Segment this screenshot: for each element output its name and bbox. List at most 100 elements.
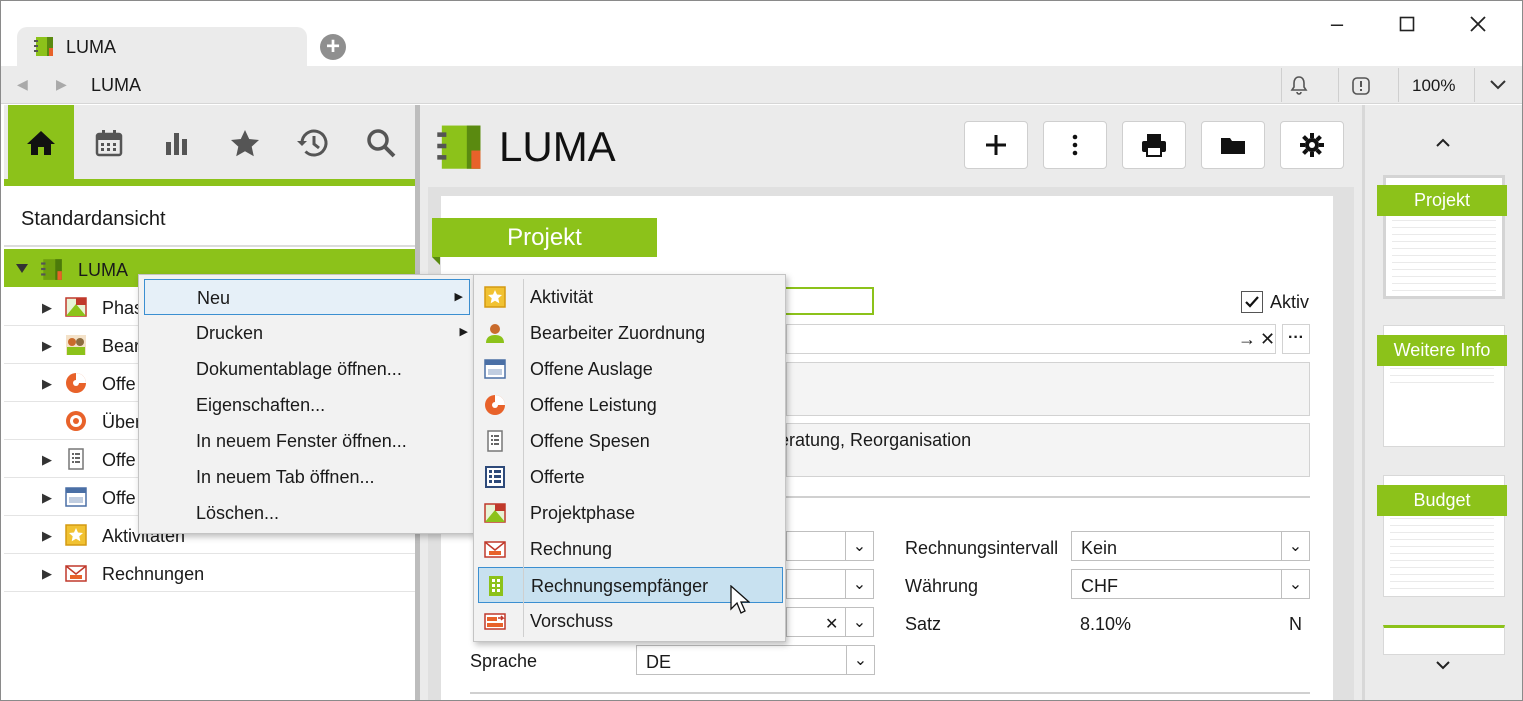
combo-1[interactable]: ⌄ xyxy=(786,531,874,561)
chevron-up-icon[interactable] xyxy=(1435,137,1451,147)
expand-right-icon[interactable]: ▶ xyxy=(42,376,52,392)
minimize-button[interactable]: – xyxy=(1317,9,1357,39)
menu-item-label: Neu xyxy=(197,288,231,308)
aktivitaet-icon xyxy=(65,524,87,546)
chevron-down-icon[interactable]: ⌄ xyxy=(1281,532,1309,560)
description-field[interactable]: eratung, Reorganisation xyxy=(779,423,1310,477)
section-header-fold xyxy=(432,257,440,265)
expand-right-icon[interactable]: ▶ xyxy=(42,490,52,506)
home-icon xyxy=(27,131,55,155)
chevron-down-icon[interactable] xyxy=(1435,661,1451,671)
menu-item-label: Drucken xyxy=(196,323,264,343)
chevron-down-icon[interactable]: ⌄ xyxy=(845,570,873,598)
menu-item-label: In neuem Fenster öffnen... xyxy=(196,431,407,451)
context-menu: Neu ▶ Drucken ▶ Dokumentablage öffnen...… xyxy=(138,274,475,534)
checkmark-icon xyxy=(1245,296,1259,308)
more-button[interactable] xyxy=(1043,121,1107,169)
close-button[interactable] xyxy=(1458,9,1498,39)
folder-button[interactable] xyxy=(1201,121,1265,169)
alert-icon[interactable] xyxy=(1351,76,1371,96)
chevron-down-icon[interactable]: ⌄ xyxy=(1281,570,1309,598)
expand-right-icon[interactable]: ▶ xyxy=(42,338,52,354)
combo-3[interactable]: ✕ ⌄ xyxy=(786,607,874,637)
expand-right-icon[interactable]: ▶ xyxy=(42,300,52,316)
submenu-item-projektphase[interactable]: Projektphase xyxy=(474,495,785,531)
menu-item-drucken[interactable]: Drucken ▶ xyxy=(139,315,474,351)
rechnungsempfaenger-icon xyxy=(489,576,503,596)
vorschuss-icon xyxy=(484,613,506,630)
menu-item-neues-fenster[interactable]: In neuem Fenster öffnen... xyxy=(139,423,474,459)
submenu-item-label: Offene Auslage xyxy=(530,359,653,379)
expand-right-icon[interactable]: ▶ xyxy=(42,452,52,468)
clear-icon[interactable]: ✕ xyxy=(1260,329,1275,350)
description-text: eratung, Reorganisation xyxy=(779,430,972,450)
satz-label: Satz xyxy=(905,614,942,634)
submenu-item-offerte[interactable]: Offerte xyxy=(474,459,785,495)
expand-right-icon[interactable]: ▶ xyxy=(42,528,52,544)
address-bar: ◀ ▶ LUMA 100% xyxy=(1,66,1522,104)
back-arrow-icon[interactable]: ◀ xyxy=(17,76,28,93)
submenu-item-rechnung[interactable]: Rechnung xyxy=(474,531,785,567)
bell-icon[interactable] xyxy=(1289,75,1309,95)
waehrung-select[interactable]: CHF ⌄ xyxy=(1071,569,1310,599)
plus-icon xyxy=(986,135,1006,155)
add-button[interactable] xyxy=(964,121,1028,169)
forward-arrow-icon[interactable]: ▶ xyxy=(56,76,67,93)
submenu-item-offene-spesen[interactable]: Offene Spesen xyxy=(474,423,785,459)
new-tab-button[interactable]: + xyxy=(320,34,346,60)
chevron-down-icon[interactable] xyxy=(1489,77,1507,91)
submenu-item-bearbeiter-zuordnung[interactable]: Bearbeiter Zuordnung xyxy=(474,315,785,351)
preview-card-next[interactable] xyxy=(1383,625,1505,655)
settings-button[interactable] xyxy=(1280,121,1344,169)
text-area-1[interactable] xyxy=(786,362,1310,416)
arrow-right-icon[interactable]: → xyxy=(1238,329,1256,350)
sprache-select[interactable]: DE ⌄ xyxy=(636,645,875,675)
rechnungsintervall-select[interactable]: Kein ⌄ xyxy=(1071,531,1310,561)
menu-item-label: Löschen... xyxy=(196,503,280,523)
offene-auslage-icon xyxy=(65,487,87,507)
combo-2[interactable]: ⌄ xyxy=(786,569,874,599)
address-text[interactable]: LUMA xyxy=(91,75,141,96)
menu-item-eigenschaften[interactable]: Eigenschaften... xyxy=(139,387,474,423)
submenu-item-label: Offene Leistung xyxy=(530,395,657,415)
browser-tab[interactable]: LUMA xyxy=(17,27,307,67)
chevron-right-icon: ▶ xyxy=(454,291,463,303)
tab-statistics[interactable] xyxy=(144,105,210,181)
chevron-down-icon[interactable]: ⌄ xyxy=(845,532,873,560)
chevron-down-icon[interactable]: ⌄ xyxy=(846,646,874,674)
divider xyxy=(4,245,415,247)
tree-root-label: LUMA xyxy=(78,260,129,280)
printer-icon xyxy=(1142,134,1166,157)
zoom-level[interactable]: 100% xyxy=(1412,76,1455,96)
tab-home[interactable] xyxy=(8,105,74,181)
submenu-item-aktivitaet[interactable]: Aktivität xyxy=(474,279,785,315)
menu-item-neu[interactable]: Neu ▶ xyxy=(144,279,470,315)
aktiv-checkbox[interactable] xyxy=(1241,291,1263,313)
maximize-button[interactable] xyxy=(1387,9,1427,39)
print-button[interactable] xyxy=(1122,121,1186,169)
more-horizontal-icon[interactable]: ··· xyxy=(1282,324,1310,354)
clear-icon[interactable]: ✕ xyxy=(825,614,838,634)
menu-item-label: Eigenschaften... xyxy=(196,395,326,415)
folder-icon xyxy=(1221,138,1245,154)
reference-field[interactable] xyxy=(786,324,1276,354)
submenu-item-offene-auslage[interactable]: Offene Auslage xyxy=(474,351,785,387)
preview-tag: Projekt xyxy=(1377,185,1507,216)
menu-item-dokumentablage[interactable]: Dokumentablage öffnen... xyxy=(139,351,474,387)
tree-item-rechnungen[interactable]: ▶ Rechnungen xyxy=(4,554,415,592)
project-name-field[interactable] xyxy=(780,287,874,315)
view-title[interactable]: Standardansicht xyxy=(21,208,166,231)
section-header: Projekt xyxy=(432,218,657,257)
menu-item-loeschen[interactable]: Löschen... xyxy=(139,495,474,531)
sprache-label: Sprache xyxy=(470,651,538,671)
expand-down-icon[interactable] xyxy=(16,264,28,273)
tab-favorites[interactable] xyxy=(212,105,278,181)
menu-item-neuer-tab[interactable]: In neuem Tab öffnen... xyxy=(139,459,474,495)
tab-calendar[interactable] xyxy=(76,105,142,181)
expand-right-icon[interactable]: ▶ xyxy=(42,566,52,582)
tab-search[interactable] xyxy=(348,105,414,181)
submenu-item-offene-leistung[interactable]: Offene Leistung xyxy=(474,387,785,423)
submenu-item-label: Bearbeiter Zuordnung xyxy=(530,323,706,343)
chevron-down-icon[interactable]: ⌄ xyxy=(845,608,873,636)
tab-history[interactable] xyxy=(280,105,346,181)
